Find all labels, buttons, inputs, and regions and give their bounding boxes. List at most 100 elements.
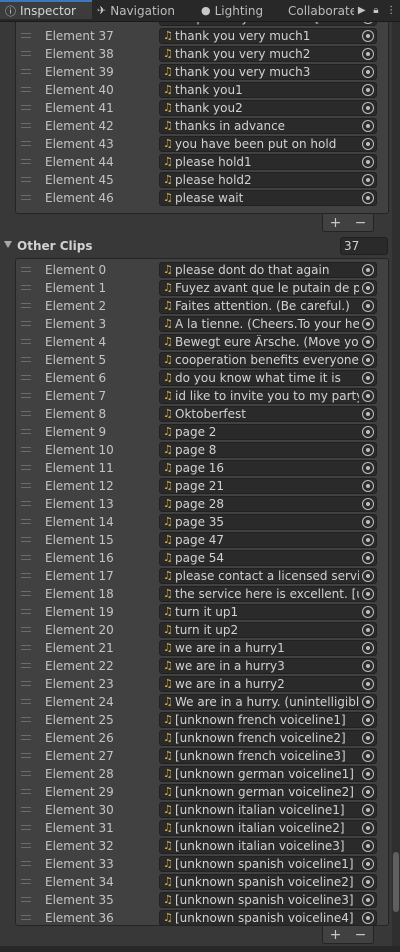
remove-element-button[interactable]: −	[355, 927, 367, 943]
audio-clip-field[interactable]: ♫ id like to invite you to my party	[159, 388, 377, 404]
drag-handle-icon[interactable]	[21, 663, 31, 668]
drag-handle-icon[interactable]	[21, 177, 31, 182]
drag-handle-icon[interactable]	[21, 339, 31, 344]
audio-clip-field[interactable]: ♫ page 2	[159, 424, 377, 440]
other-clips-size-field[interactable]: 37	[340, 237, 388, 255]
object-picker-icon[interactable]	[362, 606, 374, 618]
audio-clip-field[interactable]: ♫ [unknown french voiceline1]	[159, 712, 377, 728]
drag-handle-icon[interactable]	[21, 195, 31, 200]
audio-clip-field[interactable]: ♫ turn it up1	[159, 604, 377, 620]
audio-clip-field[interactable]: ♫ cooperation benefits everyone	[159, 352, 377, 368]
audio-clip-field[interactable]: ♫ A la tienne. (Cheers.To your healt	[159, 316, 377, 332]
audio-clip-field[interactable]: ♫ thank you very much1	[159, 28, 377, 44]
object-picker-icon[interactable]	[362, 696, 374, 708]
object-picker-icon[interactable]	[362, 642, 374, 654]
audio-clip-field[interactable]: ♫ [unknown spanish voiceline1]	[159, 856, 377, 872]
drag-handle-icon[interactable]	[21, 267, 31, 272]
audio-clip-field[interactable]: ♫ [unknown spanish voiceline4]	[159, 910, 377, 926]
audio-clip-field[interactable]: ♫ page 35	[159, 514, 377, 530]
audio-clip-field[interactable]: ♫ turn it up2	[159, 622, 377, 638]
object-picker-icon[interactable]	[362, 570, 374, 582]
audio-clip-field[interactable]: ♫ [unknown german voiceline1]	[159, 766, 377, 782]
drag-handle-icon[interactable]	[21, 753, 31, 758]
drag-handle-icon[interactable]	[21, 87, 31, 92]
object-picker-icon[interactable]	[362, 372, 374, 384]
drag-handle-icon[interactable]	[21, 159, 31, 164]
drag-handle-icon[interactable]	[21, 303, 31, 308]
object-picker-icon[interactable]	[362, 552, 374, 564]
audio-clip-field[interactable]: ♫ thank you very much2	[159, 46, 377, 62]
audio-clip-field[interactable]: ♫ Fuyez avant que le putain de pou	[159, 280, 377, 296]
drag-handle-icon[interactable]	[21, 321, 31, 326]
audio-clip-field[interactable]: ♫ we are in a hurry1	[159, 640, 377, 656]
more-menu-icon[interactable]: ⋮	[386, 5, 396, 16]
object-picker-icon[interactable]	[362, 822, 374, 834]
object-picker-icon[interactable]	[362, 480, 374, 492]
vertical-scrollbar[interactable]	[392, 22, 400, 952]
object-picker-icon[interactable]	[362, 84, 374, 96]
object-picker-icon[interactable]	[362, 732, 374, 744]
object-picker-icon[interactable]	[362, 804, 374, 816]
object-picker-icon[interactable]	[362, 624, 374, 636]
drag-handle-icon[interactable]	[21, 483, 31, 488]
audio-clip-field[interactable]: ♫ page 8	[159, 442, 377, 458]
audio-clip-field[interactable]: ♫ [unknown spanish voiceline2]	[159, 874, 377, 890]
drag-handle-icon[interactable]	[21, 357, 31, 362]
audio-clip-field[interactable]: ♫ thank you very much3	[159, 64, 377, 80]
drag-handle-icon[interactable]	[21, 681, 31, 686]
object-picker-icon[interactable]	[362, 174, 374, 186]
drag-handle-icon[interactable]	[21, 699, 31, 704]
drag-handle-icon[interactable]	[21, 375, 31, 380]
drag-handle-icon[interactable]	[21, 51, 31, 56]
audio-clip-field[interactable]: ♫ [unknown french voiceline3]	[159, 748, 377, 764]
object-picker-icon[interactable]	[362, 912, 374, 924]
audio-clip-field[interactable]: ♫ we are in a hurry2	[159, 676, 377, 692]
audio-clip-field[interactable]: ♫ please dont do that again	[159, 262, 377, 278]
object-picker-icon[interactable]	[362, 66, 374, 78]
foldout-arrow-icon[interactable]	[4, 241, 12, 248]
drag-handle-icon[interactable]	[21, 771, 31, 776]
audio-clip-field[interactable]: ♫i expected you sooner. [unknown	[159, 22, 377, 26]
object-picker-icon[interactable]	[362, 840, 374, 852]
object-picker-icon[interactable]	[362, 876, 374, 888]
object-picker-icon[interactable]	[362, 390, 374, 402]
object-picker-icon[interactable]	[362, 498, 374, 510]
audio-clip-field[interactable]: ♫We are in a hurry. (unintelligible G	[159, 694, 377, 710]
tab-lighting[interactable]: ● Lighting	[201, 0, 263, 21]
audio-clip-field[interactable]: ♫ page 54	[159, 550, 377, 566]
object-picker-icon[interactable]	[362, 318, 374, 330]
drag-handle-icon[interactable]	[21, 789, 31, 794]
drag-handle-icon[interactable]	[21, 861, 31, 866]
drag-handle-icon[interactable]	[21, 609, 31, 614]
audio-clip-field[interactable]: ♫ page 28	[159, 496, 377, 512]
drag-handle-icon[interactable]	[21, 429, 31, 434]
add-element-button[interactable]: +	[330, 927, 342, 943]
other-clips-header[interactable]: Other Clips 37	[0, 236, 392, 256]
drag-handle-icon[interactable]	[21, 591, 31, 596]
drag-handle-icon[interactable]	[21, 141, 31, 146]
audio-clip-field[interactable]: ♫ page 47	[159, 532, 377, 548]
tab-navigation[interactable]: ✈ Navigation	[97, 0, 175, 21]
audio-clip-field[interactable]: ♫ [unknown spanish voiceline3]	[159, 892, 377, 908]
object-picker-icon[interactable]	[362, 534, 374, 546]
drag-handle-icon[interactable]	[21, 735, 31, 740]
object-picker-icon[interactable]	[362, 120, 374, 132]
audio-clip-field[interactable]: ♫ thanks in advance	[159, 118, 377, 134]
remove-element-button[interactable]: −	[355, 215, 367, 231]
tab-collaborate[interactable]: Collaborate	[280, 0, 354, 21]
audio-clip-field[interactable]: ♫ [unknown italian voiceline3]	[159, 838, 377, 854]
object-picker-icon[interactable]	[362, 786, 374, 798]
audio-clip-field[interactable]: ♫ thank you2	[159, 100, 377, 116]
audio-clip-field[interactable]: ♫ please contact a licensed service	[159, 568, 377, 584]
audio-clip-field[interactable]: ♫ please hold2	[159, 172, 377, 188]
audio-clip-field[interactable]: ♫ do you know what time it is	[159, 370, 377, 386]
object-picker-icon[interactable]	[362, 264, 374, 276]
drag-handle-icon[interactable]	[21, 879, 31, 884]
drag-handle-icon[interactable]	[21, 573, 31, 578]
audio-clip-field[interactable]: ♫ [unknown italian voiceline2]	[159, 820, 377, 836]
drag-handle-icon[interactable]	[21, 843, 31, 848]
drag-handle-icon[interactable]	[21, 69, 31, 74]
drag-handle-icon[interactable]	[21, 915, 31, 920]
drag-handle-icon[interactable]	[21, 897, 31, 902]
tab-scroll-right-icon[interactable]: ▶	[358, 5, 366, 16]
